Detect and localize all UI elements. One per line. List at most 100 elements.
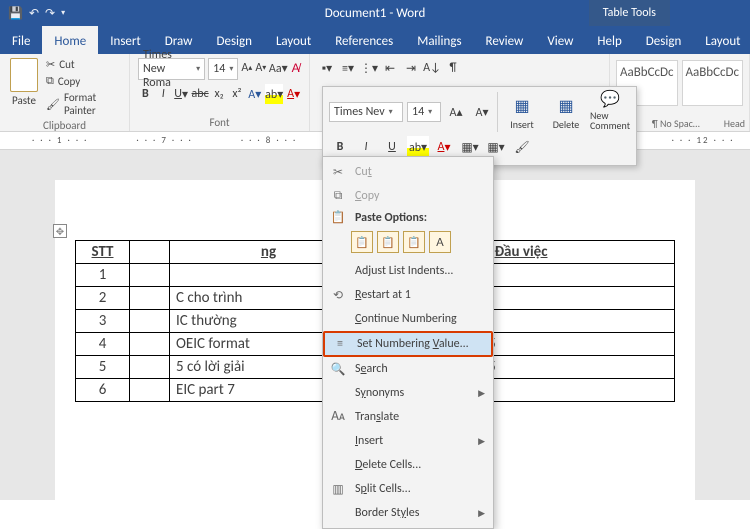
tab-view-9[interactable]: View (535, 26, 585, 54)
ctx-cut[interactable]: ✂Cut (323, 160, 493, 184)
tab-layout-5[interactable]: Layout (264, 26, 323, 54)
tab-design-11[interactable]: Design (634, 26, 693, 54)
search-icon: 🔍 (329, 362, 347, 377)
tab-home-1[interactable]: Home (42, 26, 98, 54)
dec-indent-button[interactable]: ⇤ (381, 58, 399, 78)
ctx-adjust-indents[interactable]: Adjust List Indents... (323, 259, 493, 283)
bullets-button[interactable]: ▪▾ (318, 58, 336, 78)
text-effects-button[interactable]: A▾ (247, 84, 262, 104)
chevron-right-icon: ▶ (478, 508, 485, 519)
highlight-button[interactable]: ab▾ (265, 84, 283, 104)
ctx-delete-cells[interactable]: Delete Cells... (323, 453, 493, 477)
paste-button[interactable]: Paste (8, 58, 40, 117)
tab-help-10[interactable]: Help (585, 26, 633, 54)
change-case-button[interactable]: Aa▾ (269, 58, 287, 78)
ctx-copy[interactable]: ⧉Copy (323, 184, 493, 208)
ctx-insert[interactable]: Insert▶ (323, 429, 493, 453)
ctx-split-cells[interactable]: ▥Split Cells... (323, 477, 493, 501)
ctx-continue-numbering[interactable]: Continue Numbering (323, 307, 493, 331)
copy-button[interactable]: ⧉Copy (46, 74, 121, 88)
font-name-combo[interactable]: Times New Roma▾ (138, 58, 205, 80)
ctx-translate[interactable]: 🗛Translate (323, 405, 493, 429)
tab-layout-12[interactable]: Layout (693, 26, 750, 54)
table-tools-label: Table Tools (589, 0, 670, 26)
underline-button[interactable]: U▾ (174, 84, 189, 104)
paste-text-icon[interactable]: Ａ (429, 231, 451, 253)
strike-button[interactable]: abc (192, 84, 209, 104)
bold-button[interactable]: B (138, 84, 153, 104)
italic-button[interactable]: I (156, 84, 171, 104)
mini-shading[interactable]: ▦▾ (459, 136, 481, 158)
scissors-icon: ✂ (329, 165, 347, 180)
mini-font-combo[interactable]: Times Nev▾ (329, 102, 403, 122)
paste-keep-source-icon[interactable]: 📋 (351, 231, 373, 253)
tab-mailings-7[interactable]: Mailings (405, 26, 473, 54)
mini-highlight[interactable]: ab▾ (407, 136, 429, 158)
cut-button[interactable]: ✂Cut (46, 58, 121, 71)
mini-brush[interactable]: 🖌 (511, 136, 533, 158)
clear-format-button[interactable]: A̸ (290, 58, 301, 78)
multilevel-button[interactable]: ⋮▾ (360, 58, 378, 78)
mini-new-comment-button[interactable]: 💬New Comment (590, 91, 630, 133)
mini-shrink-font[interactable]: A▾ (471, 101, 493, 123)
tab-references-6[interactable]: References (323, 26, 405, 54)
mini-grow-font[interactable]: A▴ (445, 101, 467, 123)
paste-picture-icon[interactable]: 📋 (403, 231, 425, 253)
context-menu: ✂Cut ⧉Copy 📋Paste Options: 📋 📋 📋 Ａ Adjus… (322, 156, 494, 529)
mini-underline[interactable]: U (381, 136, 403, 158)
delete-icon: ▦ (558, 96, 573, 116)
brush-icon: 🖌 (46, 98, 60, 111)
style-heading[interactable]: AaBbCcDc (682, 60, 744, 106)
inc-indent-button[interactable]: ⇥ (402, 58, 420, 78)
tab-review-8[interactable]: Review (474, 26, 536, 54)
ctx-border-styles[interactable]: Border Styles▶ (323, 501, 493, 525)
clipboard-group-label: Clipboard (8, 117, 121, 132)
mini-borders[interactable]: ▦▾ (485, 136, 507, 158)
numbering-icon: ≡ (331, 337, 349, 351)
mini-fontcolor[interactable]: A▾ (433, 136, 455, 158)
copy-icon: ⧉ (329, 189, 347, 203)
shrink-font-button[interactable]: A▾ (255, 58, 266, 78)
table-header[interactable] (130, 241, 170, 264)
comment-icon: 💬 (600, 89, 620, 109)
font-color-button[interactable]: A▾ (286, 84, 301, 104)
undo-icon[interactable]: ↶ (29, 6, 39, 21)
redo-icon[interactable]: ↷ (45, 6, 55, 21)
copy-icon: ⧉ (46, 74, 54, 88)
sort-button[interactable]: A↓ (423, 58, 441, 78)
numbering-button[interactable]: ≡▾ (339, 58, 357, 78)
ctx-restart-at-1[interactable]: ⟲Restart at 1 (323, 283, 493, 307)
paste-label: Paste (8, 94, 40, 107)
chevron-right-icon: ▶ (478, 436, 485, 447)
qat-dropdown-icon[interactable]: ▾ (61, 8, 65, 18)
tab-design-4[interactable]: Design (204, 26, 263, 54)
mini-delete-button[interactable]: ▦Delete (546, 91, 586, 133)
save-icon[interactable]: 💾 (8, 6, 23, 21)
subscript-button[interactable]: x₂ (212, 84, 227, 104)
grow-font-button[interactable]: A▴ (241, 58, 252, 78)
mini-toolbar: Times Nev▾ 14▾ A▴ A▾ ▦Insert ▦Delete 💬Ne… (322, 86, 637, 166)
mini-bold[interactable]: B (329, 136, 351, 158)
restart-icon: ⟲ (329, 288, 347, 303)
superscript-button[interactable]: x² (230, 84, 245, 104)
ctx-set-numbering-value[interactable]: ≡Set Numbering Value... (323, 331, 493, 357)
clipboard-icon (10, 58, 38, 92)
show-marks-button[interactable]: ¶ (444, 58, 462, 78)
window-title: Document1 - Word (325, 6, 426, 21)
paste-merge-icon[interactable]: 📋 (377, 231, 399, 253)
table-header[interactable]: STT (76, 241, 130, 264)
table-move-handle-icon[interactable]: ✥ (53, 224, 67, 238)
translate-icon: 🗛 (329, 410, 347, 424)
mini-size-combo[interactable]: 14▾ (407, 102, 441, 122)
font-group-label: Font (138, 114, 301, 129)
scissors-icon: ✂ (46, 58, 55, 71)
mini-insert-button[interactable]: ▦Insert (502, 91, 542, 133)
insert-icon: ▦ (514, 96, 529, 116)
ctx-synonyms[interactable]: Synonyms▶ (323, 381, 493, 405)
ctx-search[interactable]: 🔍Search (323, 357, 493, 381)
mini-italic[interactable]: I (355, 136, 377, 158)
clipboard-icon: 📋 (329, 210, 347, 225)
font-size-combo[interactable]: 14▾ (208, 58, 238, 80)
tab-file-0[interactable]: File (0, 26, 42, 54)
format-painter-button[interactable]: 🖌Format Painter (46, 91, 121, 117)
